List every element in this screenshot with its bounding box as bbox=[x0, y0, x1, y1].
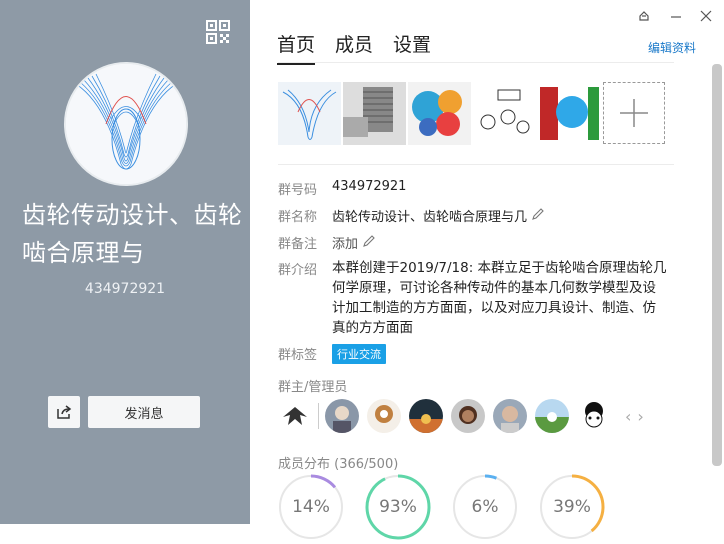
group-remark-label: 群备注 bbox=[278, 237, 318, 252]
share-button[interactable] bbox=[48, 396, 80, 428]
album-photo[interactable] bbox=[278, 82, 341, 145]
admin-list: ‹ › bbox=[278, 399, 644, 433]
distribution-ring[interactable]: 14% bbox=[278, 474, 344, 540]
group-remark-row: 群备注 添加 bbox=[278, 233, 376, 252]
edit-pencil-icon[interactable] bbox=[531, 207, 545, 221]
group-name-value: 齿轮传动设计、齿轮啮合原理与几 bbox=[332, 210, 528, 225]
distribution-ring[interactable]: 39% bbox=[539, 474, 605, 540]
distribution-ring-label: 39% bbox=[553, 497, 591, 517]
minimize-icon[interactable] bbox=[670, 10, 682, 27]
tab-settings[interactable]: 设置 bbox=[393, 30, 431, 65]
group-number-row: 群号码 434972921 bbox=[278, 179, 406, 198]
admin-avatar[interactable] bbox=[577, 399, 611, 433]
admin-separator bbox=[318, 403, 319, 429]
group-avatar[interactable] bbox=[64, 62, 188, 186]
edit-profile-link[interactable]: 编辑资料 bbox=[648, 39, 696, 56]
edit-pencil-icon[interactable] bbox=[362, 234, 376, 248]
divider bbox=[278, 164, 674, 165]
group-name-title: 齿轮传动设计、齿轮啮合原理与 bbox=[22, 201, 243, 267]
group-detail-panel: 首页 成员 设置 编辑资料 群号码 434972921 群名称 齿轮传动设计、齿… bbox=[250, 0, 724, 540]
distribution-ring[interactable]: 6% bbox=[452, 474, 518, 540]
divider bbox=[278, 62, 674, 63]
admin-avatar[interactable] bbox=[367, 399, 401, 433]
plus-icon bbox=[620, 99, 648, 127]
add-remark-link[interactable]: 添加 bbox=[332, 233, 358, 252]
photo-strip bbox=[278, 82, 665, 145]
group-number-value: 434972921 bbox=[332, 179, 407, 194]
group-tags-row: 群标签 行业交流 bbox=[278, 344, 386, 364]
admin-avatar[interactable] bbox=[535, 399, 569, 433]
distribution-ring-label: 14% bbox=[292, 497, 330, 517]
album-photo[interactable] bbox=[408, 82, 471, 145]
pin-icon[interactable] bbox=[638, 10, 650, 27]
send-message-button[interactable]: 发消息 bbox=[88, 396, 200, 428]
share-icon bbox=[57, 405, 72, 419]
distribution-ring-label: 93% bbox=[379, 497, 417, 517]
group-name-label: 群名称 bbox=[278, 210, 318, 225]
tab-members[interactable]: 成员 bbox=[335, 30, 373, 65]
tab-home[interactable]: 首页 bbox=[277, 30, 316, 65]
group-tags-label: 群标签 bbox=[278, 348, 318, 363]
admin-prev-arrow-icon[interactable]: ‹ bbox=[625, 407, 631, 426]
group-profile-panel: 齿轮传动设计、齿轮啮合原理与 434972921 发消息 bbox=[0, 0, 250, 524]
scrollbar[interactable] bbox=[712, 64, 722, 466]
group-intro-label: 群介绍 bbox=[278, 263, 318, 278]
distribution-ring[interactable]: 93% bbox=[365, 474, 431, 540]
admin-avatar[interactable] bbox=[278, 399, 312, 433]
album-photo[interactable] bbox=[473, 82, 536, 145]
admin-avatar[interactable] bbox=[409, 399, 443, 433]
admins-section-title: 群主/管理员 bbox=[278, 380, 348, 395]
tab-bar: 首页 成员 设置 bbox=[277, 30, 451, 65]
qr-code-icon[interactable] bbox=[206, 20, 230, 44]
group-number-label: 群号码 bbox=[278, 183, 318, 198]
album-photo[interactable] bbox=[538, 82, 601, 145]
group-tag-badge[interactable]: 行业交流 bbox=[332, 344, 386, 364]
album-photo[interactable] bbox=[343, 82, 406, 145]
admin-avatar[interactable] bbox=[493, 399, 527, 433]
admin-next-arrow-icon[interactable]: › bbox=[637, 407, 643, 426]
group-number: 434972921 bbox=[84, 281, 166, 297]
add-photo-button[interactable] bbox=[603, 82, 665, 144]
close-icon[interactable] bbox=[700, 10, 712, 27]
distribution-ring-label: 6% bbox=[471, 497, 499, 517]
group-intro-row: 群介绍 bbox=[278, 259, 332, 278]
group-name-row: 群名称 齿轮传动设计、齿轮啮合原理与几 bbox=[278, 206, 545, 225]
member-distribution-title: 成员分布 (366/500) bbox=[278, 457, 399, 472]
admin-avatar[interactable] bbox=[325, 399, 359, 433]
member-distribution-rings: 14% 93% 6% 39% bbox=[278, 474, 626, 540]
group-intro-text: 本群创建于2019/7/18: 本群立足于齿轮啮合原理齿轮几何学原理，可讨论各种… bbox=[332, 260, 667, 336]
admin-avatar[interactable] bbox=[451, 399, 485, 433]
